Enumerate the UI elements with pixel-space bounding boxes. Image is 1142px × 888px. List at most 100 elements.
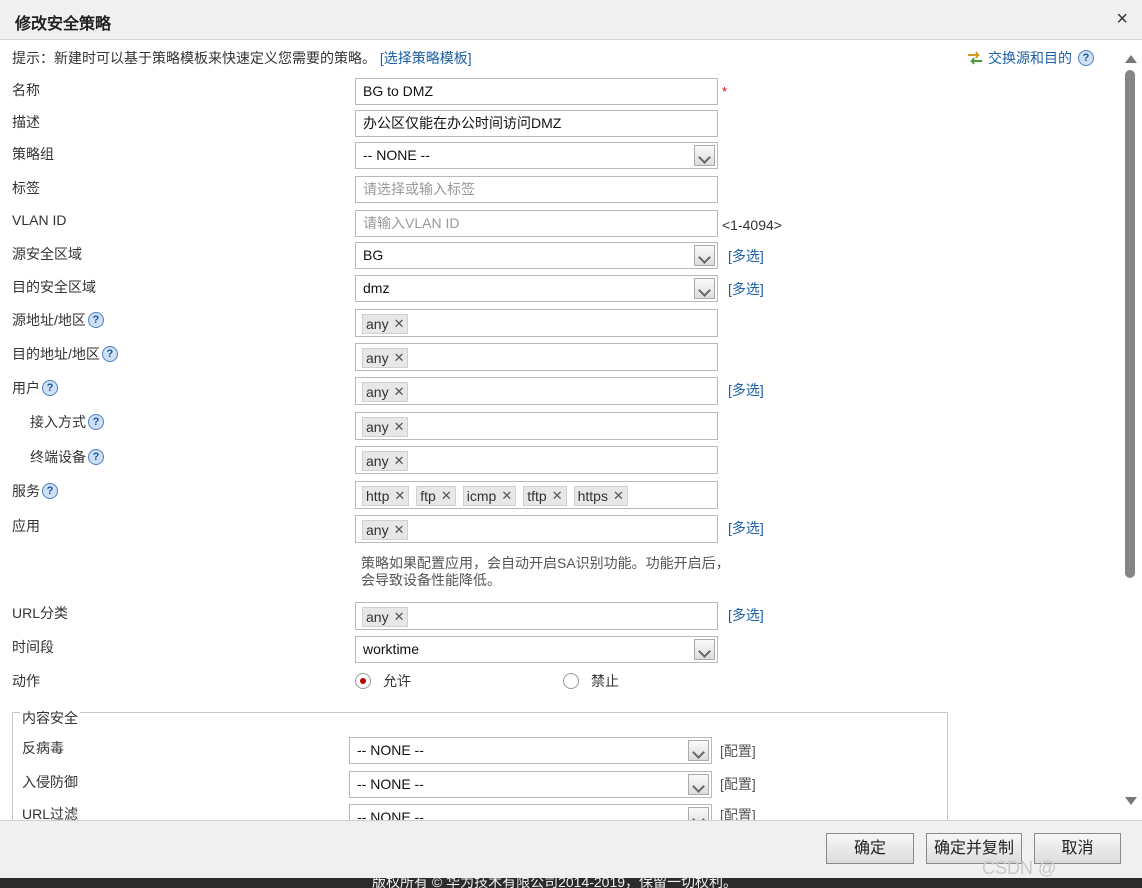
group-select-value: -- NONE -- xyxy=(363,147,430,163)
copyright-text: 版权所有 © 华为技术有限公司2014-2019，保留一切权利。 xyxy=(372,878,738,888)
src-zone-label: 源安全区域 xyxy=(12,246,82,262)
app-label: 应用 xyxy=(12,518,40,534)
select-template-link[interactable]: [选择策略模板] xyxy=(380,50,472,66)
swap-src-dst-link[interactable]: 交换源和目的 ? xyxy=(966,48,1094,68)
remove-tag-icon[interactable]: ✕ xyxy=(394,487,405,505)
time-select[interactable]: worktime xyxy=(355,636,718,663)
help-icon[interactable]: ? xyxy=(42,483,58,499)
time-label: 时间段 xyxy=(12,639,54,655)
src-zone-value: BG xyxy=(363,247,384,263)
remove-tag-icon[interactable]: ✕ xyxy=(394,349,405,367)
device-tagbox[interactable]: any ✕ xyxy=(355,446,718,474)
tag-chip: http ✕ xyxy=(362,486,410,506)
remove-tag-icon[interactable]: ✕ xyxy=(394,418,405,436)
remove-tag-icon[interactable]: ✕ xyxy=(394,521,405,539)
url-tagbox[interactable]: any ✕ xyxy=(355,602,718,630)
chevron-down-icon[interactable] xyxy=(688,807,709,820)
service-tagbox[interactable]: http ✕ ftp ✕ icmp ✕ tftp ✕ https ✕ xyxy=(355,481,718,509)
remove-tag-icon[interactable]: ✕ xyxy=(394,452,405,470)
url-filter-config-link[interactable]: [配置] xyxy=(720,805,756,820)
ok-button[interactable]: 确定 xyxy=(826,833,914,864)
chevron-down-icon[interactable] xyxy=(694,145,715,166)
dst-zone-select[interactable]: dmz xyxy=(355,275,718,302)
help-icon[interactable]: ? xyxy=(101,346,118,362)
tag-text: ftp xyxy=(420,488,436,504)
antivirus-config-link[interactable]: [配置] xyxy=(720,741,756,761)
url-filter-select[interactable]: -- NONE -- xyxy=(349,804,712,820)
tag-input[interactable]: 请选择或输入标签 xyxy=(355,176,718,203)
swap-label: 交换源和目的 xyxy=(988,50,1072,66)
desc-input[interactable]: 办公区仅能在办公时间访问DMZ xyxy=(355,110,718,137)
url-filter-value: -- NONE -- xyxy=(357,809,424,820)
dst-zone-value: dmz xyxy=(363,280,390,296)
action-allow-radio[interactable]: 允许 xyxy=(355,671,411,691)
required-mark: * xyxy=(722,84,728,99)
radio-checked-icon xyxy=(355,673,371,689)
remove-tag-icon[interactable]: ✕ xyxy=(394,608,405,626)
help-icon[interactable]: ? xyxy=(88,449,104,465)
action-label: 动作 xyxy=(12,673,40,689)
tag-chip: any ✕ xyxy=(362,520,409,540)
access-tagbox[interactable]: any ✕ xyxy=(355,412,718,440)
user-tagbox[interactable]: any ✕ xyxy=(355,377,718,405)
chevron-down-icon[interactable] xyxy=(694,278,715,299)
remove-tag-icon[interactable]: ✕ xyxy=(613,487,624,505)
remove-tag-icon[interactable]: ✕ xyxy=(441,487,452,505)
tag-text: http xyxy=(366,488,390,504)
dst-addr-label-text: 目的地址/地区 xyxy=(12,346,100,362)
close-icon[interactable]: × xyxy=(1116,8,1128,31)
url-multi-link[interactable]: [多选] xyxy=(728,605,764,625)
scrollbar-thumb[interactable] xyxy=(1125,70,1135,578)
group-select[interactable]: -- NONE -- xyxy=(355,142,718,169)
ips-select[interactable]: -- NONE -- xyxy=(349,771,712,798)
help-icon[interactable]: ? xyxy=(1078,50,1094,66)
src-zone-select[interactable]: BG xyxy=(355,242,718,269)
dst-addr-label: 目的地址/地区 ? xyxy=(12,344,118,364)
dst-zone-multi-link[interactable]: [多选] xyxy=(728,279,764,299)
dst-addr-tagbox[interactable]: any ✕ xyxy=(355,343,718,371)
action-deny-radio[interactable]: 禁止 xyxy=(563,671,619,691)
help-icon[interactable]: ? xyxy=(87,312,104,328)
deny-label: 禁止 xyxy=(591,673,619,689)
remove-tag-icon[interactable]: ✕ xyxy=(501,487,512,505)
chevron-down-icon[interactable] xyxy=(688,774,709,795)
remove-tag-icon[interactable]: ✕ xyxy=(552,487,563,505)
dialog-titlebar: 修改安全策略 × xyxy=(0,0,1142,40)
remove-tag-icon[interactable]: ✕ xyxy=(394,383,405,401)
help-icon[interactable]: ? xyxy=(42,380,58,396)
tag-label: 标签 xyxy=(12,180,40,196)
allow-label: 允许 xyxy=(383,673,411,689)
scroll-up-icon[interactable] xyxy=(1125,55,1137,63)
antivirus-select[interactable]: -- NONE -- xyxy=(349,737,712,764)
service-label: 服务 ? xyxy=(12,481,58,501)
chevron-down-icon[interactable] xyxy=(688,740,709,761)
name-label: 名称 xyxy=(12,82,40,98)
vlan-input[interactable]: 请输入VLAN ID xyxy=(355,210,718,237)
app-multi-link[interactable]: [多选] xyxy=(728,518,764,538)
chevron-down-icon[interactable] xyxy=(694,245,715,266)
ips-config-link[interactable]: [配置] xyxy=(720,774,756,794)
dialog-footer: 确定 确定并复制 取消 xyxy=(0,820,1142,878)
scroll-down-icon[interactable] xyxy=(1125,797,1137,805)
time-select-value: worktime xyxy=(363,641,420,657)
hint-text: 提示：新建时可以基于策略模板来快速定义您需要的策略。 [选择策略模板] xyxy=(12,48,472,68)
ips-label: 入侵防御 xyxy=(22,774,78,790)
chevron-down-icon[interactable] xyxy=(694,639,715,660)
remove-tag-icon[interactable]: ✕ xyxy=(394,315,405,333)
app-tagbox[interactable]: any ✕ xyxy=(355,515,718,543)
tag-text: any xyxy=(366,350,389,366)
src-zone-multi-link[interactable]: [多选] xyxy=(728,246,764,266)
src-addr-label: 源地址/地区 ? xyxy=(12,310,104,330)
url-label: URL分类 xyxy=(12,605,69,621)
tag-text: any xyxy=(366,522,389,538)
tag-chip: any ✕ xyxy=(362,451,409,471)
tag-text: https xyxy=(577,488,608,504)
help-icon[interactable]: ? xyxy=(88,414,104,430)
tag-text: any xyxy=(366,453,389,469)
src-addr-tagbox[interactable]: any ✕ xyxy=(355,309,718,337)
tag-text: any xyxy=(366,419,389,435)
device-label: 终端设备 ? xyxy=(30,447,104,467)
hint-message: 提示：新建时可以基于策略模板来快速定义您需要的策略。 xyxy=(12,50,376,66)
name-input[interactable]: BG to DMZ xyxy=(355,78,718,105)
user-multi-link[interactable]: [多选] xyxy=(728,380,764,400)
